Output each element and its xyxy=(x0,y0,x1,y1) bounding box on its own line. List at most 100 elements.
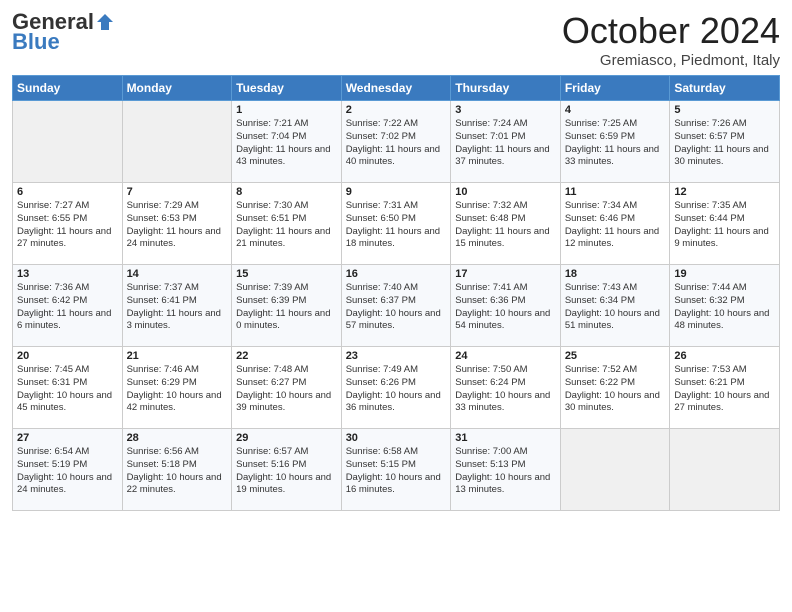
day-info: Sunrise: 7:32 AMSunset: 6:48 PMDaylight:… xyxy=(455,200,556,251)
day-info: Sunrise: 7:40 AMSunset: 6:37 PMDaylight:… xyxy=(346,282,447,333)
calendar-cell xyxy=(670,429,780,511)
day-number: 28 xyxy=(127,432,228,444)
logo: General Blue xyxy=(12,10,115,54)
day-info: Sunrise: 7:49 AMSunset: 6:26 PMDaylight:… xyxy=(346,364,447,415)
day-info: Sunrise: 7:39 AMSunset: 6:39 PMDaylight:… xyxy=(236,282,337,333)
calendar-cell: 9Sunrise: 7:31 AMSunset: 6:50 PMDaylight… xyxy=(341,183,451,265)
day-number: 11 xyxy=(565,186,666,198)
calendar-cell: 29Sunrise: 6:57 AMSunset: 5:16 PMDayligh… xyxy=(232,429,342,511)
day-number: 2 xyxy=(346,104,447,116)
day-number: 1 xyxy=(236,104,337,116)
calendar-cell: 26 Sunrise: 7:53 AMSunset: 6:21 PMDayligh… xyxy=(670,347,780,429)
day-info: Sunrise: 7:46 AMSunset: 6:29 PMDaylight:… xyxy=(127,364,228,415)
calendar-cell: 24 Sunrise: 7:50 AMSunset: 6:24 PMDayligh… xyxy=(451,347,561,429)
col-sunday: Sunday xyxy=(13,76,123,101)
calendar-cell xyxy=(122,101,232,183)
day-info: Sunrise: 7:34 AMSunset: 6:46 PMDaylight:… xyxy=(565,200,666,251)
day-info: Sunrise: 7:21 AMSunset: 7:04 PMDaylight:… xyxy=(236,118,337,169)
col-thursday: Thursday xyxy=(451,76,561,101)
calendar-cell: 22 Sunrise: 7:48 AMSunset: 6:27 PMDayligh… xyxy=(232,347,342,429)
day-number: 21 xyxy=(127,350,228,362)
col-tuesday: Tuesday xyxy=(232,76,342,101)
day-number: 20 xyxy=(17,350,118,362)
calendar-cell: 11 Sunrise: 7:34 AMSunset: 6:46 PMDayligh… xyxy=(560,183,670,265)
day-info: Sunrise: 7:45 AMSunset: 6:31 PMDaylight:… xyxy=(17,364,118,415)
day-number: 19 xyxy=(674,268,775,280)
day-info: Sunrise: 7:25 AMSunset: 6:59 PMDaylight:… xyxy=(565,118,666,169)
day-info: Sunrise: 7:53 AMSunset: 6:21 PMDaylight:… xyxy=(674,364,775,415)
calendar-cell: 5 Sunrise: 7:26 AMSunset: 6:57 PMDaylight… xyxy=(670,101,780,183)
calendar-cell: 18Sunrise: 7:43 AMSunset: 6:34 PMDayligh… xyxy=(560,265,670,347)
day-info: Sunrise: 7:27 AMSunset: 6:55 PMDaylight:… xyxy=(17,200,118,251)
calendar-cell: 10 Sunrise: 7:32 AMSunset: 6:48 PMDayligh… xyxy=(451,183,561,265)
day-info: Sunrise: 7:50 AMSunset: 6:24 PMDaylight:… xyxy=(455,364,556,415)
day-info: Sunrise: 6:54 AMSunset: 5:19 PMDaylight:… xyxy=(17,446,118,497)
day-number: 6 xyxy=(17,186,118,198)
day-number: 26 xyxy=(674,350,775,362)
day-number: 15 xyxy=(236,268,337,280)
month-title: October 2024 xyxy=(562,10,780,52)
day-number: 24 xyxy=(455,350,556,362)
day-info: Sunrise: 7:48 AMSunset: 6:27 PMDaylight:… xyxy=(236,364,337,415)
calendar-table: Sunday Monday Tuesday Wednesday Thursday… xyxy=(12,75,780,511)
day-number: 17 xyxy=(455,268,556,280)
logo-icon xyxy=(95,12,115,32)
day-info: Sunrise: 7:43 AMSunset: 6:34 PMDaylight:… xyxy=(565,282,666,333)
day-info: Sunrise: 7:36 AMSunset: 6:42 PMDaylight:… xyxy=(17,282,118,333)
week-row-1: 1 Sunrise: 7:21 AMSunset: 7:04 PMDaylight… xyxy=(13,101,780,183)
header-row: Sunday Monday Tuesday Wednesday Thursday… xyxy=(13,76,780,101)
location-subtitle: Gremiasco, Piedmont, Italy xyxy=(562,52,780,69)
calendar-cell: 19Sunrise: 7:44 AMSunset: 6:32 PMDayligh… xyxy=(670,265,780,347)
day-number: 5 xyxy=(674,104,775,116)
calendar-cell: 30Sunrise: 6:58 AMSunset: 5:15 PMDayligh… xyxy=(341,429,451,511)
day-number: 13 xyxy=(17,268,118,280)
calendar-cell: 15 Sunrise: 7:39 AMSunset: 6:39 PMDayligh… xyxy=(232,265,342,347)
week-row-2: 6 Sunrise: 7:27 AMSunset: 6:55 PMDaylight… xyxy=(13,183,780,265)
calendar-cell: 12 Sunrise: 7:35 AMSunset: 6:44 PMDayligh… xyxy=(670,183,780,265)
day-info: Sunrise: 6:57 AMSunset: 5:16 PMDaylight:… xyxy=(236,446,337,497)
day-number: 8 xyxy=(236,186,337,198)
logo-blue-text: Blue xyxy=(12,30,60,54)
header: General Blue October 2024 Gremiasco, Pie… xyxy=(12,10,780,69)
day-number: 7 xyxy=(127,186,228,198)
day-info: Sunrise: 6:58 AMSunset: 5:15 PMDaylight:… xyxy=(346,446,447,497)
calendar-cell: 8 Sunrise: 7:30 AMSunset: 6:51 PMDaylight… xyxy=(232,183,342,265)
col-monday: Monday xyxy=(122,76,232,101)
title-block: October 2024 Gremiasco, Piedmont, Italy xyxy=(562,10,780,69)
day-number: 22 xyxy=(236,350,337,362)
calendar-cell xyxy=(560,429,670,511)
day-number: 4 xyxy=(565,104,666,116)
calendar-cell: 20 Sunrise: 7:45 AMSunset: 6:31 PMDayligh… xyxy=(13,347,123,429)
day-info: Sunrise: 7:00 AMSunset: 5:13 PMDaylight:… xyxy=(455,446,556,497)
day-info: Sunrise: 7:41 AMSunset: 6:36 PMDaylight:… xyxy=(455,282,556,333)
day-info: Sunrise: 7:35 AMSunset: 6:44 PMDaylight:… xyxy=(674,200,775,251)
day-info: Sunrise: 7:26 AMSunset: 6:57 PMDaylight:… xyxy=(674,118,775,169)
col-friday: Friday xyxy=(560,76,670,101)
day-info: Sunrise: 7:29 AMSunset: 6:53 PMDaylight:… xyxy=(127,200,228,251)
calendar-cell: 2Sunrise: 7:22 AMSunset: 7:02 PMDaylight… xyxy=(341,101,451,183)
calendar-cell: 1 Sunrise: 7:21 AMSunset: 7:04 PMDaylight… xyxy=(232,101,342,183)
calendar-cell xyxy=(13,101,123,183)
calendar-cell: 4 Sunrise: 7:25 AMSunset: 6:59 PMDaylight… xyxy=(560,101,670,183)
day-number: 27 xyxy=(17,432,118,444)
week-row-3: 13 Sunrise: 7:36 AMSunset: 6:42 PMDayligh… xyxy=(13,265,780,347)
day-number: 10 xyxy=(455,186,556,198)
day-info: Sunrise: 7:30 AMSunset: 6:51 PMDaylight:… xyxy=(236,200,337,251)
calendar-cell: 3Sunrise: 7:24 AMSunset: 7:01 PMDaylight… xyxy=(451,101,561,183)
day-number: 14 xyxy=(127,268,228,280)
calendar-cell: 13 Sunrise: 7:36 AMSunset: 6:42 PMDayligh… xyxy=(13,265,123,347)
day-info: Sunrise: 7:37 AMSunset: 6:41 PMDaylight:… xyxy=(127,282,228,333)
day-info: Sunrise: 6:56 AMSunset: 5:18 PMDaylight:… xyxy=(127,446,228,497)
day-number: 12 xyxy=(674,186,775,198)
col-saturday: Saturday xyxy=(670,76,780,101)
day-info: Sunrise: 7:52 AMSunset: 6:22 PMDaylight:… xyxy=(565,364,666,415)
col-wednesday: Wednesday xyxy=(341,76,451,101)
week-row-5: 27 Sunrise: 6:54 AMSunset: 5:19 PMDayligh… xyxy=(13,429,780,511)
calendar-cell: 17 Sunrise: 7:41 AMSunset: 6:36 PMDayligh… xyxy=(451,265,561,347)
calendar-cell: 21 Sunrise: 7:46 AMSunset: 6:29 PMDayligh… xyxy=(122,347,232,429)
calendar-cell: 16Sunrise: 7:40 AMSunset: 6:37 PMDayligh… xyxy=(341,265,451,347)
calendar-cell: 7 Sunrise: 7:29 AMSunset: 6:53 PMDaylight… xyxy=(122,183,232,265)
calendar-cell: 27 Sunrise: 6:54 AMSunset: 5:19 PMDayligh… xyxy=(13,429,123,511)
day-number: 31 xyxy=(455,432,556,444)
day-number: 25 xyxy=(565,350,666,362)
